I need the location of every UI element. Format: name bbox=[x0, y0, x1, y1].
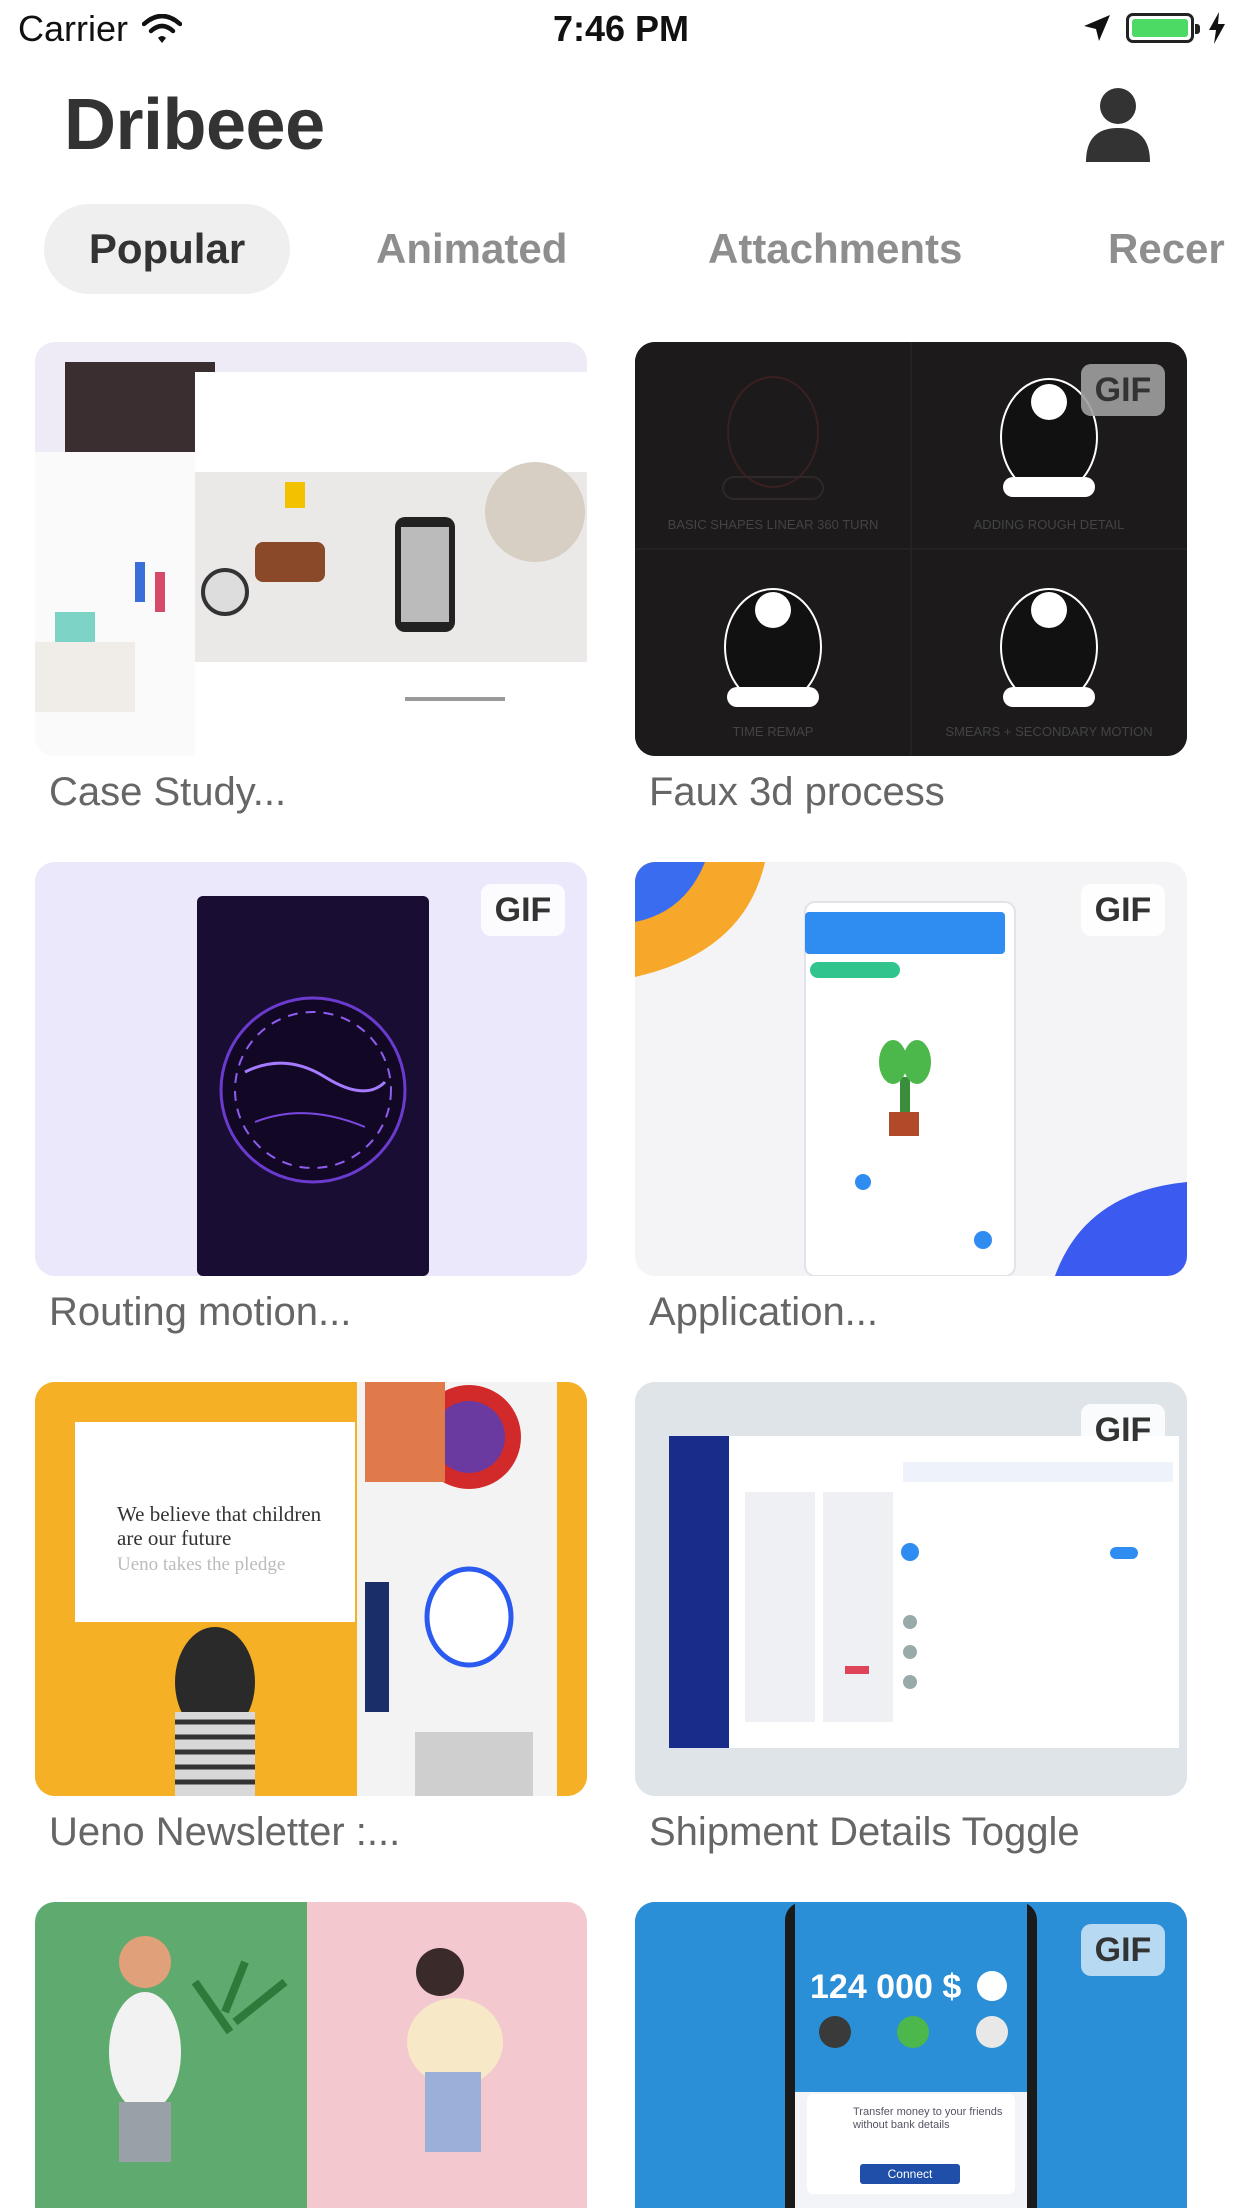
shot-thumbnail[interactable]: GIF bbox=[635, 1382, 1187, 1796]
animation-step-label: ADDING ROUGH DETAIL bbox=[973, 517, 1125, 532]
category-tabs: Popular Animated Attachments Recer bbox=[44, 204, 1242, 294]
newsletter-headline: We believe that children are our future bbox=[117, 1502, 322, 1550]
location-arrow-icon bbox=[1082, 13, 1112, 43]
charging-bolt-icon bbox=[1208, 12, 1226, 44]
balance-amount: 124 000 $ bbox=[810, 1968, 962, 2006]
newsletter-subhead: Ueno takes the pledge bbox=[117, 1554, 286, 1575]
shot-card[interactable]: GIF Application... bbox=[635, 862, 1187, 1334]
shot-title: Shipment Details Toggle bbox=[649, 1810, 1080, 1854]
shot-thumbnail[interactable] bbox=[35, 342, 587, 756]
transfer-notice: Transfer money to your friends without b… bbox=[853, 2106, 1003, 2131]
shot-card[interactable]: GIF Routing motion... bbox=[35, 862, 587, 1334]
shot-card[interactable] bbox=[35, 1902, 587, 2208]
page-title: Dribeee bbox=[64, 85, 325, 165]
shot-thumbnail[interactable]: GIF bbox=[635, 862, 1187, 1276]
shot-card[interactable]: 124 000 $ Transfer money to your friends… bbox=[635, 1902, 1187, 2208]
gif-badge: GIF bbox=[481, 884, 565, 936]
tab-popular[interactable]: Popular bbox=[44, 204, 290, 294]
status-bar: Carrier 7:46 PM bbox=[0, 0, 1242, 60]
shot-thumbnail[interactable] bbox=[35, 1902, 587, 2208]
animation-step-label: TIME REMAP bbox=[732, 724, 814, 739]
shot-card[interactable]: BASIC SHAPES LINEAR 360 TURN ADDING ROUG… bbox=[635, 342, 1187, 814]
shot-title: Application... bbox=[649, 1290, 879, 1334]
shot-thumbnail[interactable]: We believe that children are our future … bbox=[35, 1382, 587, 1796]
gif-badge: GIF bbox=[1081, 1924, 1165, 1976]
tab-animated[interactable]: Animated bbox=[376, 204, 567, 294]
shot-title: Ueno Newsletter :... bbox=[49, 1810, 401, 1854]
battery-icon bbox=[1126, 13, 1200, 43]
shot-title: Faux 3d process bbox=[649, 770, 945, 814]
shot-title: Routing motion... bbox=[49, 1290, 352, 1334]
shot-thumbnail[interactable]: 124 000 $ Transfer money to your friends… bbox=[635, 1902, 1187, 2208]
profile-button[interactable] bbox=[1082, 86, 1154, 162]
tab-recent[interactable]: Recer bbox=[1108, 204, 1225, 294]
shot-thumbnail[interactable]: BASIC SHAPES LINEAR 360 TURN ADDING ROUG… bbox=[635, 342, 1187, 756]
battery-level bbox=[1132, 19, 1188, 37]
gif-badge: GIF bbox=[1081, 1404, 1165, 1456]
animation-step-label: BASIC SHAPES LINEAR 360 TURN bbox=[667, 517, 879, 532]
shot-card[interactable]: Case Study... bbox=[35, 342, 587, 814]
status-time: 7:46 PM bbox=[552, 8, 690, 49]
shot-card[interactable]: GIF Shipment Details Toggle bbox=[635, 1382, 1187, 1854]
gif-badge: GIF bbox=[1081, 364, 1165, 416]
gif-badge: GIF bbox=[1081, 884, 1165, 936]
app-screen: Carrier 7:46 PM Dribeee Popular Animated… bbox=[0, 0, 1242, 2208]
animation-step-label: SMEARS + SECONDARY MOTION bbox=[945, 724, 1153, 739]
connect-label: Connect bbox=[887, 2167, 933, 2181]
shot-thumbnail[interactable]: GIF bbox=[35, 862, 587, 1276]
tab-attachments[interactable]: Attachments bbox=[708, 204, 962, 294]
shot-card[interactable]: We believe that children are our future … bbox=[35, 1382, 587, 1854]
shot-title: Case Study... bbox=[49, 770, 287, 814]
person-icon bbox=[1082, 86, 1154, 162]
